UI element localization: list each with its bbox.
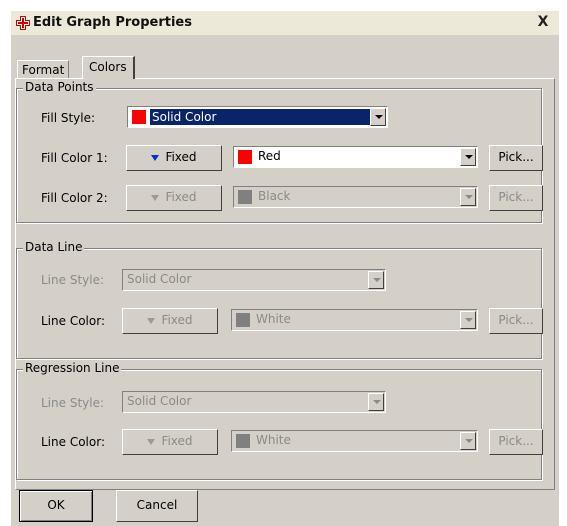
dropdown-triangle-icon [147, 317, 156, 324]
data-points-group-title: Data Points [23, 80, 96, 94]
regression-line-color-value: White [256, 433, 291, 447]
fill-color1-pick-button[interactable]: Pick... [489, 145, 543, 171]
fill-color1-label: Fill Color 1: [41, 151, 108, 165]
color-swatch [238, 150, 252, 164]
fill-style-select[interactable]: Solid Color [127, 106, 388, 128]
color-swatch [238, 190, 252, 204]
regression-line-style-label: Line Style: [41, 396, 105, 410]
regression-line-color-label: Line Color: [41, 435, 105, 449]
fill-color2-pick-button[interactable]: Pick... [489, 185, 543, 211]
fill-color1-mode-button[interactable]: Fixed [126, 145, 222, 171]
fill-color1-value: Red [258, 149, 281, 163]
chevron-down-icon[interactable] [460, 432, 476, 450]
title-bar: Edit Graph Properties X [11, 11, 559, 35]
fill-color2-value: Black [258, 189, 291, 203]
close-button[interactable]: X [534, 14, 552, 32]
data-line-color-value: White [256, 312, 291, 326]
graph-properties-icon [16, 16, 30, 30]
color-swatch [236, 313, 250, 327]
fill-color2-mode-button[interactable]: Fixed [126, 185, 222, 211]
regression-line-style-value: Solid Color [127, 394, 192, 408]
fill-style-value: Solid Color [150, 109, 375, 125]
fill-color2-select[interactable]: Black [233, 186, 478, 208]
chevron-down-icon[interactable] [460, 311, 476, 329]
dropdown-triangle-icon [151, 154, 160, 161]
regression-line-group-title: Regression Line [23, 361, 122, 375]
tab-colors[interactable]: Colors [82, 56, 135, 79]
data-line-group: Data Line [16, 240, 542, 359]
regression-line-pick-button[interactable]: Pick... [489, 429, 543, 455]
dropdown-triangle-icon [151, 194, 160, 201]
data-line-color-label: Line Color: [41, 314, 105, 328]
fill-color2-mode: Fixed [165, 190, 197, 204]
fill-color1-mode: Fixed [165, 150, 197, 164]
data-line-color-mode: Fixed [161, 313, 193, 327]
fill-style-label: Fill Style: [41, 111, 96, 125]
data-line-style-label: Line Style: [41, 273, 105, 287]
regression-line-color-mode-button[interactable]: Fixed [122, 429, 218, 455]
dropdown-triangle-icon [147, 438, 156, 445]
fill-color2-label: Fill Color 2: [41, 191, 108, 205]
data-line-color-select[interactable]: White [231, 309, 478, 331]
regression-line-color-select[interactable]: White [231, 430, 478, 452]
chevron-down-icon[interactable] [368, 271, 384, 289]
data-line-style-select[interactable]: Solid Color [122, 269, 386, 291]
fill-style-swatch [132, 110, 146, 124]
cancel-button[interactable]: Cancel [116, 490, 198, 522]
chevron-down-icon[interactable] [460, 188, 476, 206]
data-line-style-value: Solid Color [127, 272, 192, 286]
regression-line-color-mode: Fixed [161, 434, 193, 448]
tab-format[interactable]: Format [17, 60, 70, 79]
data-line-group-title: Data Line [23, 240, 85, 254]
fill-color1-select[interactable]: Red [233, 146, 478, 168]
chevron-down-icon[interactable] [460, 148, 476, 166]
color-swatch [236, 434, 250, 448]
chevron-down-icon[interactable] [368, 393, 384, 411]
chevron-down-icon[interactable] [370, 108, 386, 126]
ok-button[interactable]: OK [19, 490, 93, 522]
regression-line-style-select[interactable]: Solid Color [122, 391, 386, 413]
data-line-pick-button[interactable]: Pick... [489, 308, 543, 334]
regression-line-group: Regression Line [16, 361, 542, 480]
data-line-color-mode-button[interactable]: Fixed [122, 308, 218, 334]
dialog-title: Edit Graph Properties [33, 15, 192, 30]
